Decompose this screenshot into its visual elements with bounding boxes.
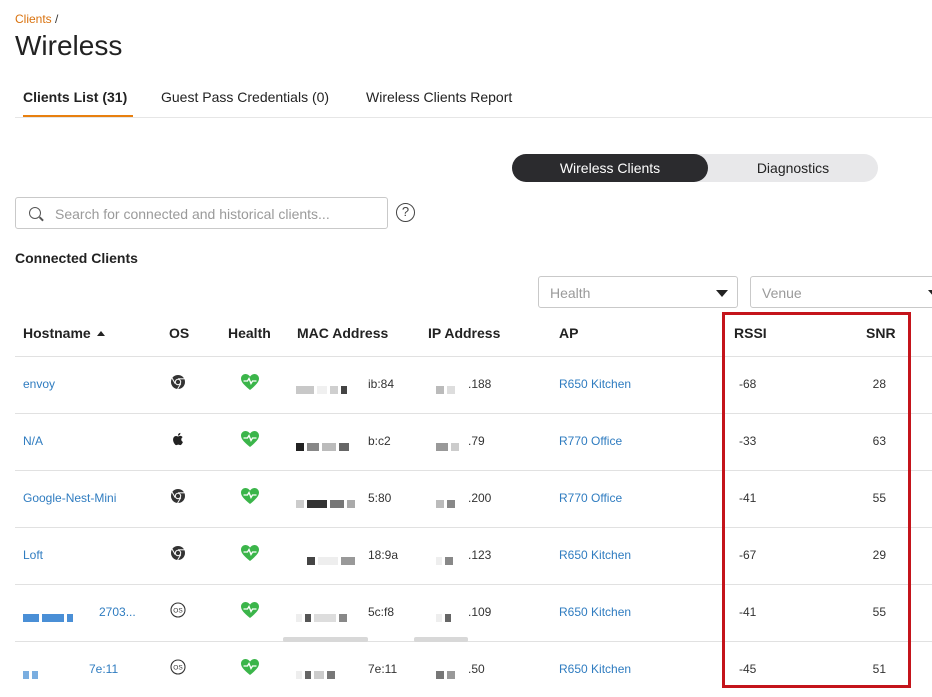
health-heart-icon [240,373,260,391]
ip-address-cell: .109 [468,605,492,619]
mac-address-cell: b:c2 [368,434,391,448]
mac-address-cell: 5c:f8 [368,605,395,619]
section-title: Connected Clients [15,250,138,266]
tab-guest-pass-credentials[interactable]: Guest Pass Credentials (0) [161,89,329,118]
mac-address-cell: ib:84 [368,377,395,391]
ip-address-cell: .123 [468,548,492,562]
redacted-ip-prefix [436,609,454,627]
help-icon[interactable]: ? [396,203,415,222]
ap-link[interactable]: R650 Kitchen [559,377,631,391]
redacted-ip-prefix [436,666,458,684]
redacted-ip-prefix [436,381,458,399]
ap-link[interactable]: R650 Kitchen [559,605,631,619]
redacted-mac-prefix [296,381,350,399]
breadcrumb-clients-link[interactable]: Clients [15,12,52,26]
toggle-diagnostics[interactable]: Diagnostics [708,154,878,182]
hostname-link[interactable]: 2703... [99,605,136,619]
os-generic-icon: OS [170,659,186,675]
health-filter-select[interactable]: Health [538,276,738,308]
column-header-hostname[interactable]: Hostname [23,325,105,341]
health-heart-icon [240,658,260,676]
svg-text:OS: OS [173,665,183,672]
os-generic-icon: OS [170,602,186,618]
redacted-hostname-prefix [23,666,41,684]
view-toggle: Wireless Clients Diagnostics [512,154,878,182]
tab-wireless-clients-report[interactable]: Wireless Clients Report [366,89,512,118]
column-header-ap[interactable]: AP [559,325,578,341]
health-heart-icon [240,544,260,562]
ap-link[interactable]: R770 Office [559,491,622,505]
chrome-icon [170,488,186,504]
tab-bar-divider [15,117,932,118]
redacted-hostname-prefix [23,609,76,627]
chevron-down-icon [716,290,728,297]
ip-address-cell: .79 [468,434,485,448]
redacted-mac-prefix [296,666,338,684]
rssi-snr-highlight-box [722,312,911,688]
sort-ascending-icon [96,331,105,336]
redacted-mac-prefix [296,495,358,513]
chrome-icon [170,545,186,561]
health-heart-icon [240,430,260,448]
ip-address-cell: .188 [468,377,492,391]
ip-address-cell: .200 [468,491,492,505]
toggle-wireless-clients[interactable]: Wireless Clients [512,154,708,182]
redacted-mac-prefix [296,552,358,570]
venue-filter-placeholder: Venue [762,285,802,301]
search-input[interactable] [55,204,375,224]
breadcrumb: Clients / [15,12,58,26]
apple-icon [170,431,186,447]
ap-link[interactable]: R650 Kitchen [559,548,631,562]
redacted-ip-prefix [436,552,456,570]
mac-address-cell: 18:9a [368,548,399,562]
redacted-ip-prefix [436,495,458,513]
svg-text:OS: OS [173,608,183,615]
column-header-label: Hostname [23,325,91,341]
venue-filter-select[interactable]: Venue [750,276,932,308]
health-heart-icon [240,601,260,619]
redacted-ip-prefix [436,438,462,456]
redacted-mac-prefix [296,609,350,627]
ap-link[interactable]: R650 Kitchen [559,662,631,676]
column-header-ip-address[interactable]: IP Address [428,325,500,341]
health-heart-icon [240,487,260,505]
tab-bar: Clients List (31) Guest Pass Credentials… [15,84,932,118]
column-header-os[interactable]: OS [169,325,189,341]
search-box [15,197,388,229]
hostname-link[interactable]: envoy [23,377,55,391]
health-filter-placeholder: Health [550,285,591,301]
search-icon [29,207,41,219]
mac-address-cell: 5:80 [368,491,392,505]
column-header-health[interactable]: Health [228,325,271,341]
chevron-down-icon [928,290,932,297]
column-header-mac-address[interactable]: MAC Address [297,325,388,341]
mac-address-cell: 7e:11 [368,662,398,676]
chrome-icon [170,374,186,390]
page-title: Wireless [15,30,123,61]
hostname-link[interactable]: N/A [23,434,43,448]
hostname-link[interactable]: 7e:11 [89,662,118,676]
horizontal-scrollbar[interactable] [414,637,468,642]
ap-link[interactable]: R770 Office [559,434,622,448]
tab-clients-list[interactable]: Clients List (31) [23,89,133,118]
horizontal-scrollbar[interactable] [283,637,368,642]
redacted-mac-prefix [296,438,352,456]
breadcrumb-separator: / [55,12,59,26]
hostname-link[interactable]: Loft [23,548,43,562]
ip-address-cell: .50 [468,662,485,676]
hostname-link[interactable]: Google-Nest-Mini [23,491,116,505]
